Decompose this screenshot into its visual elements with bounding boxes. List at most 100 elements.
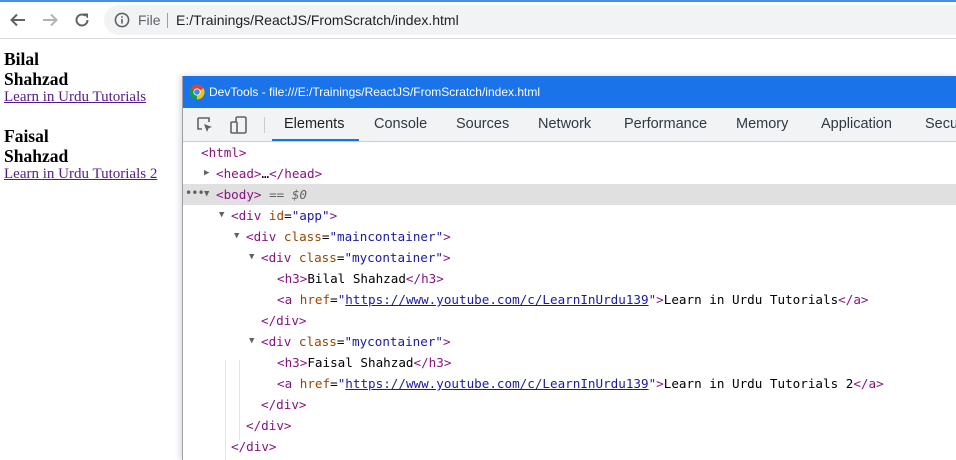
page-link-2[interactable]: Learn in Urdu Tutorials 2 xyxy=(4,165,157,183)
devtools-titlebar[interactable]: DevTools - file:///E:/Trainings/ReactJS/… xyxy=(183,76,956,108)
back-button[interactable] xyxy=(6,8,30,32)
attr-value: "mycontainer" xyxy=(344,250,444,265)
tag-text: <a xyxy=(277,292,293,307)
attr-name: class xyxy=(276,229,322,244)
tree-node-div-close[interactable]: </div> xyxy=(183,436,956,457)
tree-node-h3[interactable]: <h3>Bilal Shahzad</h3> xyxy=(183,268,956,289)
devtools-title: DevTools - file:///E:/Trainings/ReactJS/… xyxy=(209,85,540,99)
tree-node-div-mycontainer[interactable]: ▼ <div class="mycontainer"> xyxy=(183,247,956,268)
tag-text: <div xyxy=(261,250,292,265)
tag-text: > xyxy=(443,334,451,349)
info-icon[interactable] xyxy=(114,12,130,28)
device-toolbar-icon[interactable] xyxy=(229,115,249,135)
attr-name: class xyxy=(291,334,337,349)
attr-value: "mycontainer" xyxy=(344,334,444,349)
elements-tree: <html> ▶ <head>…</head> ••• ▼ <body> == … xyxy=(183,142,956,460)
attr-name: id xyxy=(261,208,285,223)
tag-text: > xyxy=(656,376,664,391)
tag-text: </div> xyxy=(246,418,292,433)
selected-node-marker: == $0 xyxy=(261,187,307,202)
tab-console[interactable]: Console xyxy=(374,108,427,141)
inspect-element-icon[interactable] xyxy=(195,115,215,135)
devtools-window: DevTools - file:///E:/Trainings/ReactJS/… xyxy=(182,76,956,460)
tab-application[interactable]: Application xyxy=(821,108,892,141)
text-node: Faisal Shahzad xyxy=(307,355,414,370)
page-heading-2: Faisal Shahzad xyxy=(4,126,69,166)
tree-node-div-mycontainer[interactable]: ▼ <div class="mycontainer"> xyxy=(183,331,956,352)
href-link[interactable]: https://www.youtube.com/c/LearnInUrdu139 xyxy=(345,292,648,307)
tree-node-html[interactable]: <html> xyxy=(183,142,956,163)
forward-button[interactable] xyxy=(38,8,62,32)
attr-value: "maincontainer" xyxy=(329,229,444,244)
tag-text: > xyxy=(443,250,451,265)
tag-text: </head> xyxy=(269,166,323,181)
tab-security[interactable]: Secu xyxy=(925,108,956,141)
tree-node-a[interactable]: <a href="https://www.youtube.com/c/Learn… xyxy=(183,289,956,310)
tag-text: </div> xyxy=(231,439,277,454)
chrome-icon xyxy=(189,84,205,100)
attr-name: href xyxy=(292,376,331,391)
tag-text: </a> xyxy=(853,376,884,391)
text-node: Bilal Shahzad xyxy=(307,271,406,286)
tab-performance[interactable]: Performance xyxy=(624,108,707,141)
tag-text: <body> xyxy=(216,187,262,202)
more-options-icon[interactable]: ••• xyxy=(185,184,205,203)
attr-value: "app" xyxy=(291,208,330,223)
tag-text: </div> xyxy=(261,397,307,412)
collapse-triangle-icon[interactable]: ▼ xyxy=(249,247,254,268)
equals-sign: = xyxy=(284,208,292,223)
tab-elements[interactable]: Elements xyxy=(284,108,344,141)
tag-text: > xyxy=(443,229,451,244)
collapse-triangle-icon[interactable]: ▼ xyxy=(219,205,224,226)
tree-node-div-close[interactable]: </div> xyxy=(183,310,956,331)
tag-text: </h3> xyxy=(405,271,444,286)
collapsed-ellipsis[interactable]: … xyxy=(262,166,270,181)
tree-node-head[interactable]: ▶ <head>…</head> xyxy=(183,163,956,184)
tab-sources[interactable]: Sources xyxy=(456,108,509,141)
collapse-triangle-icon[interactable]: ▼ xyxy=(204,184,209,205)
page-heading-1: Bilal Shahzad xyxy=(4,49,69,89)
text-node: Learn in Urdu Tutorials 2 xyxy=(663,376,854,391)
tag-text: <html> xyxy=(201,145,247,160)
scheme-label: File xyxy=(138,12,161,28)
equals-sign: = xyxy=(330,376,338,391)
tag-text: <a xyxy=(277,376,293,391)
tag-text: <div xyxy=(246,229,277,244)
tag-text: </h3> xyxy=(413,355,452,370)
active-tab-indicator xyxy=(272,139,359,141)
tag-text: <div xyxy=(261,334,292,349)
attr-name: href xyxy=(292,292,331,307)
tabbar-separator xyxy=(264,117,265,133)
tag-text: <h3> xyxy=(277,271,308,286)
attr-name: class xyxy=(291,250,337,265)
tag-text: > xyxy=(656,292,664,307)
tree-node-div-app[interactable]: ▼ <div id="app"> xyxy=(183,205,956,226)
address-bar[interactable]: File E:/Trainings/ReactJS/FromScratch/in… xyxy=(104,5,956,35)
tree-node-div-close[interactable]: </div> xyxy=(183,415,956,436)
tab-network[interactable]: Network xyxy=(538,108,591,141)
href-link[interactable]: https://www.youtube.com/c/LearnInUrdu139 xyxy=(345,376,648,391)
tab-memory[interactable]: Memory xyxy=(736,108,788,141)
back-arrow-icon xyxy=(10,13,25,27)
collapse-triangle-icon[interactable]: ▼ xyxy=(249,331,254,352)
address-separator xyxy=(167,13,168,28)
tag-text: > xyxy=(329,208,338,223)
tag-text: </a> xyxy=(838,292,869,307)
tag-text: <head> xyxy=(216,166,262,181)
tag-text: <h3> xyxy=(277,355,308,370)
equals-sign: = xyxy=(330,292,338,307)
tree-node-h3[interactable]: <h3>Faisal Shahzad</h3> xyxy=(183,352,956,373)
tree-node-body[interactable]: ••• ▼ <body> == $0 xyxy=(183,184,956,205)
reload-icon xyxy=(75,13,89,27)
collapse-triangle-icon[interactable]: ▼ xyxy=(234,226,239,247)
url-text[interactable]: E:/Trainings/ReactJS/FromScratch/index.h… xyxy=(176,11,459,29)
devtools-tabbar: Elements Console Sources Network Perform… xyxy=(183,108,956,142)
reload-button[interactable] xyxy=(70,8,94,32)
expand-triangle-icon[interactable]: ▶ xyxy=(204,163,209,184)
tree-node-a[interactable]: <a href="https://www.youtube.com/c/Learn… xyxy=(183,373,956,394)
tag-text: </div> xyxy=(261,313,307,328)
tree-node-div-close[interactable]: </div> xyxy=(183,394,956,415)
tree-node-div-maincontainer[interactable]: ▼ <div class="maincontainer"> xyxy=(183,226,956,247)
forward-arrow-icon xyxy=(43,13,58,27)
page-link-1[interactable]: Learn in Urdu Tutorials xyxy=(4,88,146,106)
